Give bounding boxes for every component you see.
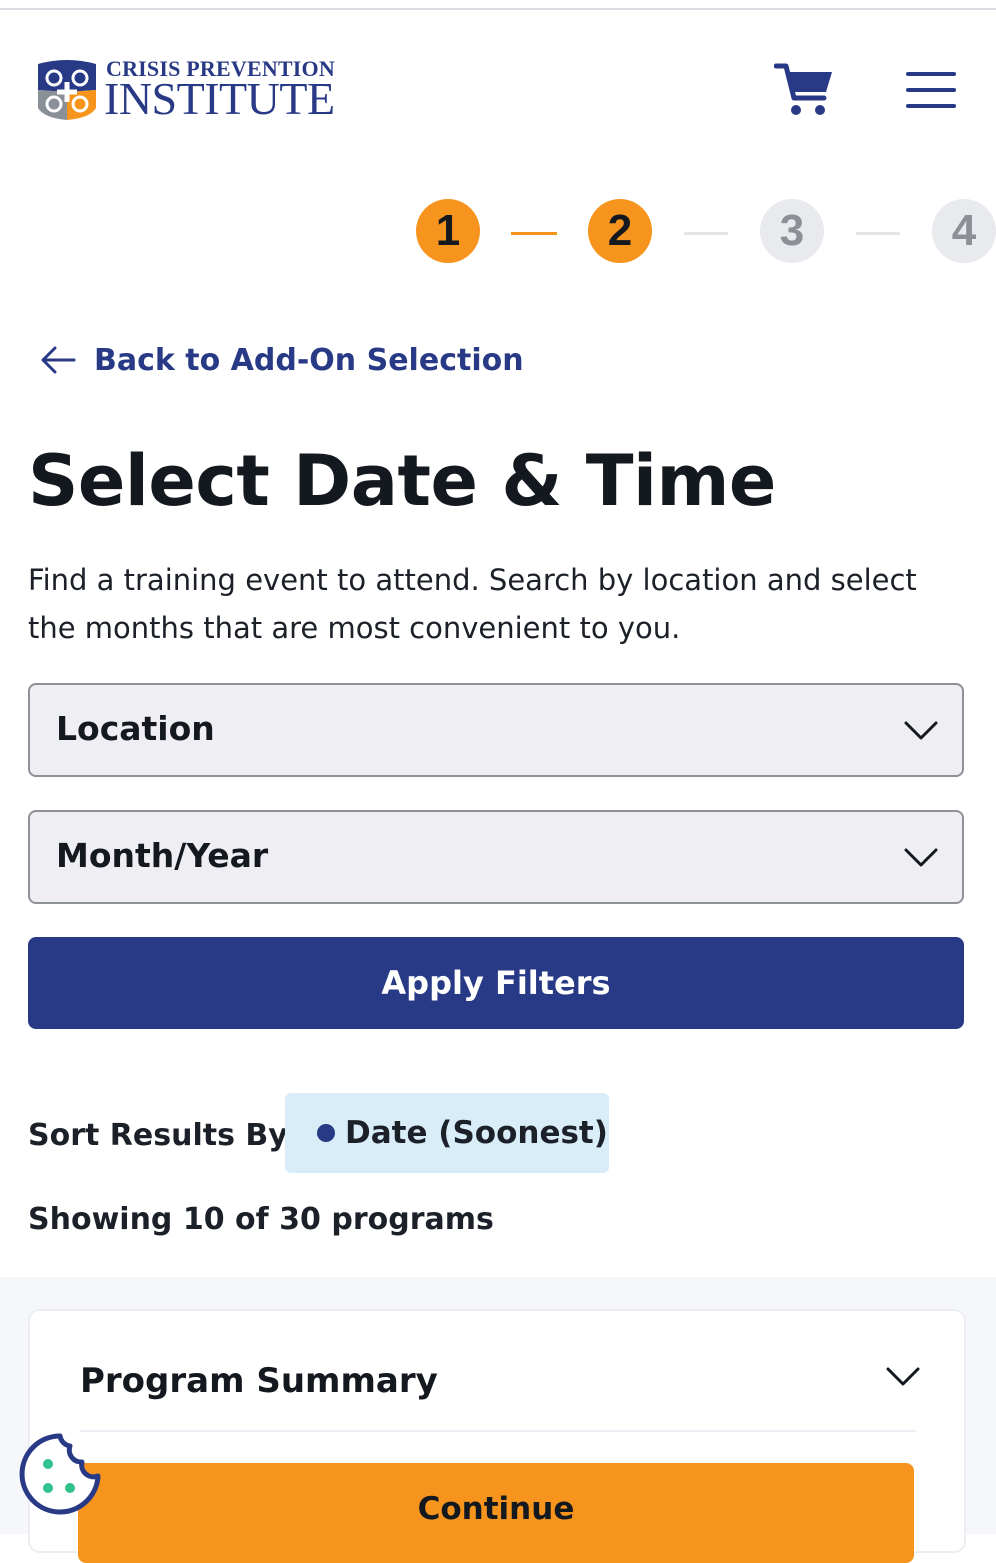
results-count: Showing 10 of 30 programs bbox=[28, 1202, 494, 1237]
back-link-label: Back to Add-On Selection bbox=[94, 342, 524, 378]
back-to-add-on-link[interactable]: Back to Add-On Selection bbox=[40, 340, 524, 380]
logo-mark-icon bbox=[38, 60, 96, 120]
location-select[interactable]: Location bbox=[28, 683, 964, 777]
apply-filters-button[interactable]: Apply Filters bbox=[28, 937, 964, 1029]
step-connector bbox=[856, 232, 900, 235]
shopping-cart-icon[interactable] bbox=[774, 60, 834, 118]
step-3: 3 bbox=[760, 199, 824, 263]
continue-button[interactable]: Continue bbox=[78, 1463, 914, 1563]
sort-option-date-soonest[interactable]: Date (Soonest) bbox=[285, 1093, 609, 1173]
page-title: Select Date & Time bbox=[28, 440, 776, 522]
chevron-down-icon bbox=[904, 721, 938, 740]
program-summary-toggle[interactable]: Program Summary bbox=[80, 1361, 438, 1401]
page-intro: Find a training event to attend. Search … bbox=[28, 563, 917, 645]
logo-text-bottom: INSTITUTE bbox=[104, 73, 335, 124]
cpi-logo[interactable]: CRISIS PREVENTION INSTITUTE bbox=[34, 56, 335, 126]
hamburger-menu-icon[interactable] bbox=[906, 70, 958, 110]
step-1: 1 bbox=[416, 199, 480, 263]
sort-option-label: Date (Soonest) bbox=[345, 1115, 608, 1151]
step-connector bbox=[511, 232, 557, 235]
cookie-icon[interactable] bbox=[18, 1432, 102, 1516]
month-year-select-label: Month/Year bbox=[56, 836, 269, 875]
step-connector bbox=[684, 232, 728, 235]
selected-dot-icon bbox=[317, 1124, 335, 1142]
step-2: 2 bbox=[588, 199, 652, 263]
divider bbox=[80, 1430, 916, 1432]
arrow-left-icon bbox=[41, 346, 76, 374]
location-select-label: Location bbox=[56, 709, 215, 748]
sort-results-label: Sort Results By: bbox=[28, 1118, 300, 1153]
chevron-down-icon bbox=[904, 848, 938, 867]
month-year-select[interactable]: Month/Year bbox=[28, 810, 964, 904]
chevron-down-icon[interactable] bbox=[886, 1361, 920, 1391]
step-4: 4 bbox=[932, 199, 996, 263]
top-border bbox=[0, 8, 996, 10]
